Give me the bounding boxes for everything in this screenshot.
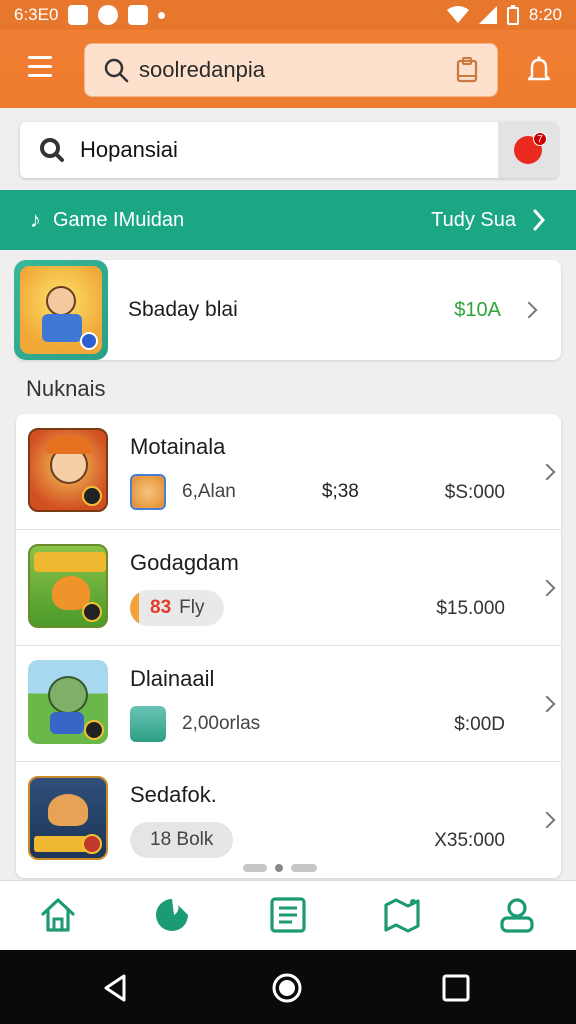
search-bar[interactable]: Hopansiai 7 bbox=[20, 122, 558, 178]
top-search-field[interactable]: soolredanpia bbox=[84, 43, 498, 97]
top-search-text: soolredanpia bbox=[139, 57, 265, 82]
category-banner[interactable]: ♪ Game IMuidan Tudy Sua bbox=[0, 190, 576, 250]
message-icon bbox=[128, 5, 149, 25]
game-name: Godagdam bbox=[130, 550, 239, 575]
home-button-icon[interactable] bbox=[271, 972, 303, 1004]
rating-label: Fly bbox=[179, 597, 205, 618]
list-item[interactable]: Dlainaail 2,00orlas $:00D bbox=[16, 646, 561, 762]
meta-value: $;38 bbox=[321, 481, 359, 502]
chevron-right-icon[interactable] bbox=[538, 463, 556, 481]
discover-icon[interactable] bbox=[152, 895, 192, 935]
game-name: Motainala bbox=[130, 434, 226, 459]
game-price: $:00D bbox=[454, 714, 505, 735]
notification-icon bbox=[98, 5, 119, 25]
list-item[interactable]: Motainala 6,Alan $;38 $S:000 bbox=[16, 414, 561, 530]
notification-button[interactable]: 7 bbox=[498, 122, 558, 178]
chevron-right-icon[interactable] bbox=[538, 579, 556, 597]
game-list: Motainala 6,Alan $;38 $S:000 Godagdam 83… bbox=[16, 414, 561, 878]
game-thumbnail bbox=[28, 544, 108, 628]
list-icon[interactable] bbox=[268, 895, 308, 935]
page-dot-active bbox=[275, 864, 283, 872]
badge-count: 7 bbox=[533, 132, 547, 146]
featured-game-thumbnail bbox=[14, 260, 108, 360]
avatar bbox=[130, 474, 166, 510]
chevron-right-icon[interactable] bbox=[520, 301, 538, 319]
banner-right-label[interactable]: Tudy Sua bbox=[431, 209, 516, 232]
profile-icon[interactable] bbox=[497, 895, 537, 935]
status-time-left: 6:3E0 bbox=[14, 5, 59, 24]
battery-icon bbox=[506, 5, 519, 25]
game-price: $15.000 bbox=[436, 598, 505, 619]
info-pill: 18 Bolk bbox=[130, 822, 234, 858]
music-note-icon: ♪ bbox=[30, 207, 41, 232]
recents-icon[interactable] bbox=[440, 972, 472, 1004]
search-icon bbox=[40, 138, 64, 162]
bottom-navigation bbox=[0, 880, 576, 950]
featured-price: $10A bbox=[454, 298, 501, 321]
nfc-icon bbox=[68, 5, 89, 25]
page-indicator bbox=[243, 864, 317, 872]
chevron-right-icon[interactable] bbox=[538, 695, 556, 713]
game-thumbnail bbox=[28, 660, 108, 744]
banner-left-label: Game IMuidan bbox=[53, 208, 185, 231]
meta-text: 6,Alan bbox=[182, 481, 236, 502]
avatar bbox=[130, 706, 166, 742]
game-thumbnail bbox=[28, 776, 108, 860]
menu-icon[interactable] bbox=[28, 56, 52, 78]
signal-icon bbox=[478, 6, 497, 24]
meta-text: 2,00orlas bbox=[182, 713, 261, 734]
app-bar: soolredanpia bbox=[0, 30, 576, 108]
bell-icon[interactable] bbox=[524, 54, 554, 84]
clipboard-icon[interactable] bbox=[455, 56, 479, 84]
rating-pill: 83 Fly bbox=[130, 590, 225, 626]
status-bar: 6:3E0 8:20 bbox=[0, 0, 576, 30]
page-dot bbox=[243, 864, 267, 872]
search-icon bbox=[104, 58, 129, 83]
game-name: Sedafok. bbox=[130, 782, 217, 807]
search-query: Hopansiai bbox=[80, 137, 178, 162]
featured-card[interactable]: Sbaday blai $10A bbox=[14, 260, 561, 360]
dot-icon bbox=[158, 11, 166, 19]
map-icon[interactable] bbox=[382, 895, 422, 935]
rating-value: 83 bbox=[150, 597, 172, 618]
list-item[interactable]: Godagdam 83 Fly $15.000 bbox=[16, 530, 561, 646]
system-navigation-bar bbox=[0, 950, 576, 1024]
game-thumbnail bbox=[28, 428, 108, 512]
status-time: 8:20 bbox=[528, 5, 562, 24]
featured-title: Sbaday blai bbox=[128, 298, 238, 321]
home-icon[interactable] bbox=[38, 895, 78, 935]
game-price: X35:000 bbox=[434, 830, 505, 851]
section-title: Nuknais bbox=[26, 376, 106, 401]
notification-badge-icon: 7 bbox=[514, 132, 547, 164]
page-dot bbox=[291, 864, 317, 872]
chevron-right-icon[interactable] bbox=[532, 209, 546, 231]
game-meta: 2,00orlas bbox=[130, 706, 510, 742]
list-item[interactable]: Sedafok. 18 Bolk X35:000 bbox=[16, 762, 561, 878]
back-icon[interactable] bbox=[100, 972, 132, 1004]
game-name: Dlainaail bbox=[130, 666, 215, 691]
pill-text: 18 Bolk bbox=[150, 829, 214, 850]
game-price: $S:000 bbox=[444, 482, 505, 503]
wifi-icon bbox=[446, 6, 469, 23]
chevron-right-icon[interactable] bbox=[538, 811, 556, 829]
